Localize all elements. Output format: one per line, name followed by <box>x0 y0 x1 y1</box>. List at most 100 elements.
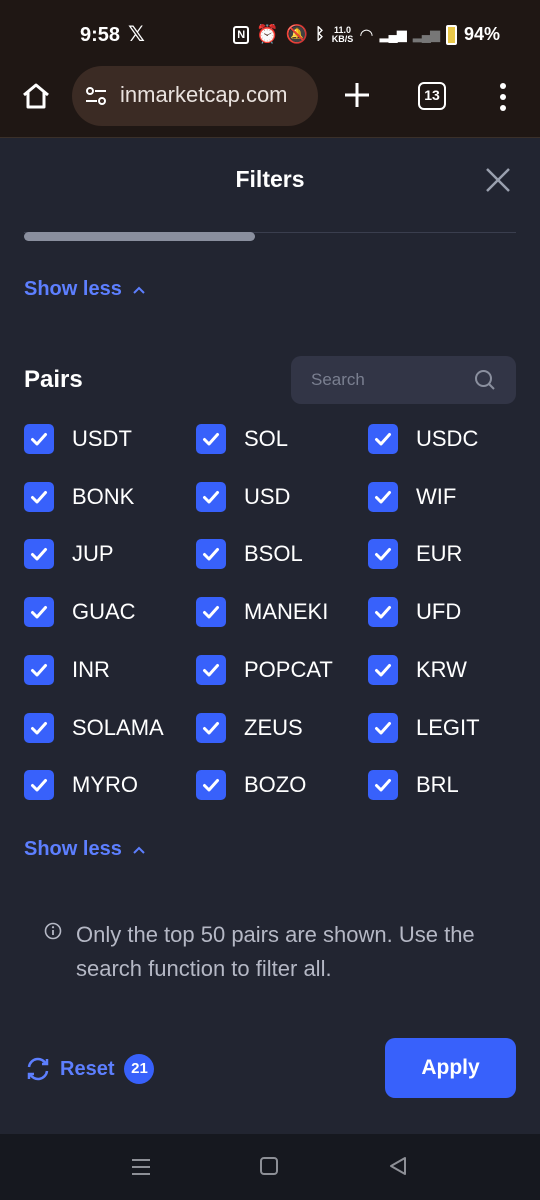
checkbox[interactable] <box>368 424 398 454</box>
reset-count-badge: 21 <box>124 1054 155 1084</box>
pair-checkbox-item[interactable]: BONK <box>24 481 135 512</box>
checkbox[interactable] <box>196 712 226 743</box>
checkbox[interactable] <box>196 424 226 454</box>
new-tab-icon[interactable] <box>342 80 372 110</box>
pair-label: MANEKI <box>244 599 329 625</box>
pairs-heading: Pairs <box>24 366 83 393</box>
pair-checkbox-item[interactable]: USDC <box>368 424 478 454</box>
alarm-icon: ⏰ <box>256 24 279 44</box>
checkmark-icon <box>31 779 47 792</box>
wifi-icon: ◠ <box>360 26 373 44</box>
search-input[interactable] <box>311 368 461 392</box>
pair-checkbox-item[interactable]: LEGIT <box>368 712 480 743</box>
checkmark-icon <box>375 721 391 734</box>
checkbox[interactable] <box>24 654 54 685</box>
bluetooth-icon: ᛒ <box>315 25 325 43</box>
checkmark-icon <box>31 663 47 677</box>
signal-icon-2: ▂▄▆ <box>412 26 440 42</box>
info-icon <box>44 922 62 940</box>
pair-label: SOLAMA <box>72 714 164 740</box>
home-icon[interactable] <box>20 80 52 112</box>
checkmark-icon <box>203 433 219 446</box>
address-bar[interactable]: inmarketcap.com <box>72 66 318 126</box>
checkbox[interactable] <box>196 539 226 570</box>
home-nav-icon[interactable] <box>260 1157 278 1175</box>
checkbox[interactable] <box>196 770 226 801</box>
pair-label: BONK <box>72 483 135 509</box>
show-less-bottom-button[interactable]: Show less <box>24 838 146 861</box>
pair-checkbox-item[interactable]: POPCAT <box>196 654 333 685</box>
pair-checkbox-item[interactable]: EUR <box>368 539 462 570</box>
checkmark-icon <box>203 663 219 677</box>
show-less-label: Show less <box>24 838 122 860</box>
checkbox[interactable] <box>368 481 398 512</box>
checkbox[interactable] <box>24 597 54 628</box>
url-text[interactable]: inmarketcap.com <box>120 82 310 108</box>
checkmark-icon <box>31 606 47 619</box>
checkbox[interactable] <box>24 424 54 454</box>
pair-checkbox-item[interactable]: MYRO <box>24 770 138 801</box>
back-icon[interactable] <box>388 1156 408 1176</box>
pair-checkbox-item[interactable]: BOZO <box>196 770 306 801</box>
pair-checkbox-item[interactable]: SOL <box>196 424 288 454</box>
checkbox[interactable] <box>368 654 398 685</box>
checkmark-icon <box>375 548 391 561</box>
more-menu-icon[interactable] <box>496 82 510 112</box>
reset-button[interactable]: Reset 21 <box>24 1054 155 1084</box>
pair-checkbox-item[interactable]: INR <box>24 654 110 685</box>
site-settings-icon[interactable] <box>84 84 108 108</box>
battery-icon <box>445 24 457 45</box>
pair-checkbox-item[interactable]: BRL <box>368 770 459 801</box>
checkbox[interactable] <box>368 712 398 743</box>
pair-label: BSOL <box>244 541 303 567</box>
chevron-up-icon <box>133 846 145 854</box>
nfc-icon: N <box>233 25 250 44</box>
chevron-up-icon <box>133 286 145 294</box>
checkbox[interactable] <box>368 597 398 628</box>
pair-label: USDC <box>416 426 479 451</box>
tab-switcher-button[interactable]: 13 <box>418 82 446 110</box>
pair-checkbox-item[interactable]: KRW <box>368 654 467 685</box>
checkmark-icon <box>203 779 219 792</box>
close-icon[interactable] <box>484 166 512 194</box>
pair-checkbox-item[interactable]: ZEUS <box>196 712 303 743</box>
pair-checkbox-item[interactable]: USDT <box>24 424 132 454</box>
browser-toolbar: inmarketcap.com 13 <box>0 66 540 138</box>
apply-button[interactable]: Apply <box>385 1038 516 1098</box>
pair-checkbox-item[interactable]: UFD <box>368 597 462 628</box>
network-speed-unit: KB/S <box>331 33 354 44</box>
horizontal-scrollbar[interactable] <box>24 232 255 241</box>
pair-checkbox-item[interactable]: GUAC <box>24 597 136 628</box>
pair-checkbox-item[interactable]: BSOL <box>196 539 303 570</box>
checkmark-icon <box>203 490 219 504</box>
checkmark-icon <box>31 490 47 504</box>
checkbox[interactable] <box>196 597 226 628</box>
status-time: 9:58 <box>80 24 121 46</box>
checkbox[interactable] <box>24 481 54 512</box>
checkbox[interactable] <box>24 712 54 743</box>
checkbox[interactable] <box>196 654 226 685</box>
checkbox[interactable] <box>24 539 54 570</box>
pair-label: SOL <box>244 426 289 451</box>
search-icon[interactable] <box>474 369 496 391</box>
checkmark-icon <box>31 548 47 561</box>
pair-label: UFD <box>416 599 462 625</box>
pair-checkbox-item[interactable]: WIF <box>368 481 456 512</box>
pair-label: USD <box>244 483 291 509</box>
signal-icon: ▂▄▆ <box>379 26 407 42</box>
pair-checkbox-item[interactable]: USD <box>196 481 291 512</box>
recent-apps-icon[interactable] <box>131 1158 151 1176</box>
show-less-top-button[interactable]: Show less <box>24 278 146 301</box>
checkbox[interactable] <box>368 539 398 570</box>
pair-checkbox-item[interactable]: MANEKI <box>196 597 329 628</box>
checkbox[interactable] <box>368 770 398 801</box>
pair-label: JUP <box>72 541 114 567</box>
pair-checkbox-item[interactable]: SOLAMA <box>24 712 164 743</box>
checkbox[interactable] <box>196 481 226 512</box>
pair-label: BRL <box>416 772 459 798</box>
pair-checkbox-item[interactable]: JUP <box>24 539 114 570</box>
checkbox[interactable] <box>24 770 54 801</box>
pairs-search[interactable] <box>291 356 516 404</box>
system-nav-bar <box>0 1134 540 1200</box>
checkmark-icon <box>375 779 391 792</box>
